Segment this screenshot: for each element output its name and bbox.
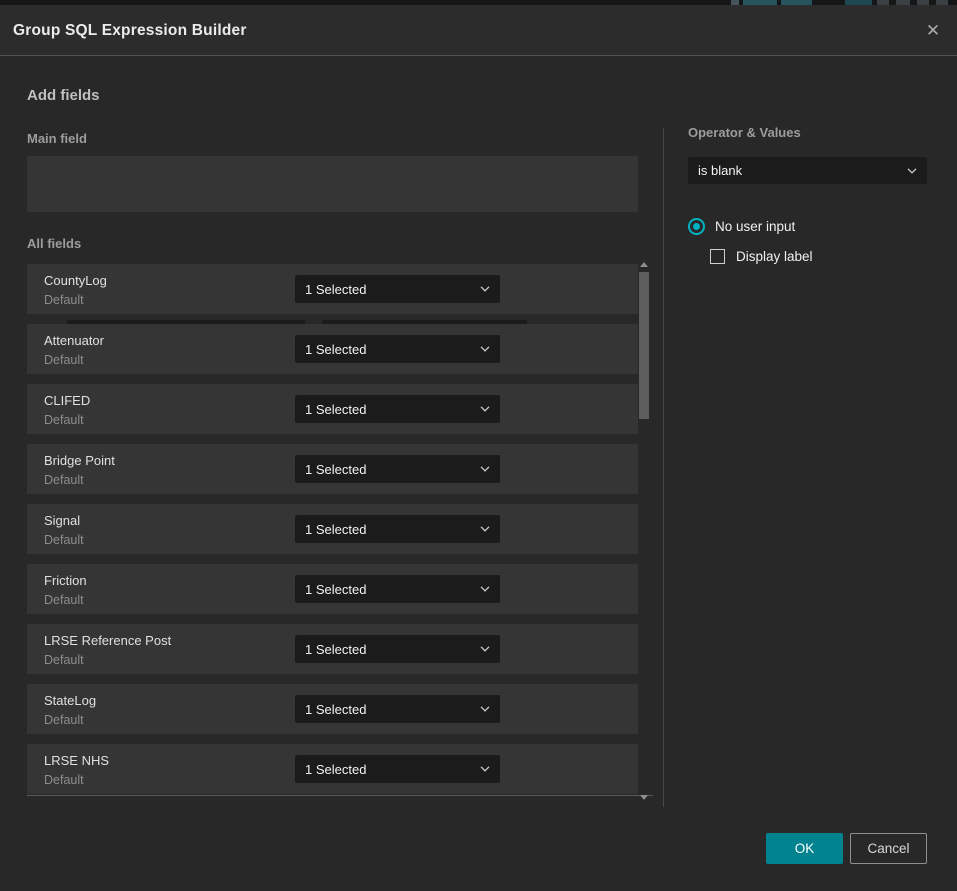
close-icon: ✕ bbox=[926, 21, 940, 40]
operator-dropdown-value: is blank bbox=[698, 163, 742, 178]
display-label-checkbox-row[interactable]: Display label bbox=[710, 249, 813, 264]
field-name: Bridge Point bbox=[44, 453, 115, 468]
field-subtitle: Default bbox=[44, 533, 84, 547]
selection-count: 1 Selected bbox=[305, 522, 366, 537]
main-field-panel: CountyLog | Default From Date bbox=[27, 156, 638, 212]
field-subtitle: Default bbox=[44, 413, 84, 427]
field-name: LRSE Reference Post bbox=[44, 633, 171, 648]
field-selection-dropdown[interactable]: 1 Selected bbox=[295, 695, 500, 723]
selection-count: 1 Selected bbox=[305, 702, 366, 717]
dialog-header: Group SQL Expression Builder ✕ bbox=[0, 5, 957, 56]
chevron-down-icon bbox=[907, 168, 917, 174]
field-selection-dropdown[interactable]: 1 Selected bbox=[295, 575, 500, 603]
chevron-down-icon bbox=[480, 706, 490, 712]
close-button[interactable]: ✕ bbox=[920, 18, 946, 44]
main-field-label: Main field bbox=[27, 131, 87, 146]
scrollbar-thumb[interactable] bbox=[639, 272, 649, 419]
no-user-input-radio[interactable] bbox=[688, 218, 705, 235]
chevron-down-icon bbox=[480, 286, 490, 292]
scrollbar-up-arrow-icon[interactable] bbox=[640, 262, 648, 267]
chevron-down-icon bbox=[480, 646, 490, 652]
field-selection-dropdown[interactable]: 1 Selected bbox=[295, 455, 500, 483]
selection-count: 1 Selected bbox=[305, 402, 366, 417]
field-selection-dropdown[interactable]: 1 Selected bbox=[295, 515, 500, 543]
display-label-label: Display label bbox=[736, 249, 813, 264]
field-row: CountyLog Default 1 Selected bbox=[27, 264, 638, 314]
field-row: LRSE NHS Default 1 Selected bbox=[27, 744, 638, 794]
field-row: Friction Default 1 Selected bbox=[27, 564, 638, 614]
field-selection-dropdown[interactable]: 1 Selected bbox=[295, 755, 500, 783]
field-row: CLIFED Default 1 Selected bbox=[27, 384, 638, 434]
operator-values-label: Operator & Values bbox=[688, 125, 801, 140]
field-subtitle: Default bbox=[44, 653, 84, 667]
field-subtitle: Default bbox=[44, 593, 84, 607]
group-sql-expression-builder-screen: Group SQL Expression Builder ✕ Add field… bbox=[0, 0, 957, 891]
list-scrollbar[interactable] bbox=[637, 258, 652, 802]
field-subtitle: Default bbox=[44, 773, 84, 787]
chevron-down-icon bbox=[480, 526, 490, 532]
chevron-down-icon bbox=[480, 406, 490, 412]
field-subtitle: Default bbox=[44, 353, 84, 367]
selection-count: 1 Selected bbox=[305, 282, 366, 297]
field-row: LRSE Reference Post Default 1 Selected bbox=[27, 624, 638, 674]
add-fields-heading: Add fields bbox=[27, 87, 100, 104]
operator-dropdown[interactable]: is blank bbox=[688, 157, 927, 184]
field-selection-dropdown[interactable]: 1 Selected bbox=[295, 395, 500, 423]
selection-count: 1 Selected bbox=[305, 342, 366, 357]
cancel-button[interactable]: Cancel bbox=[850, 833, 927, 864]
group-sql-expression-builder-dialog: Group SQL Expression Builder ✕ Add field… bbox=[0, 5, 957, 891]
field-name: LRSE NHS bbox=[44, 753, 109, 768]
selection-count: 1 Selected bbox=[305, 642, 366, 657]
chevron-down-icon bbox=[480, 346, 490, 352]
field-name: CountyLog bbox=[44, 273, 107, 288]
all-fields-list: CountyLog Default 1 Selected Attenuator … bbox=[27, 264, 653, 796]
dialog-title: Group SQL Expression Builder bbox=[13, 5, 247, 56]
field-row: Attenuator Default 1 Selected bbox=[27, 324, 638, 374]
field-row: Bridge Point Default 1 Selected bbox=[27, 444, 638, 494]
all-fields-label: All fields bbox=[27, 236, 81, 251]
ok-button[interactable]: OK bbox=[766, 833, 843, 864]
field-subtitle: Default bbox=[44, 713, 84, 727]
field-subtitle: Default bbox=[44, 473, 84, 487]
field-name: Attenuator bbox=[44, 333, 104, 348]
field-name: Signal bbox=[44, 513, 80, 528]
field-name: Friction bbox=[44, 573, 87, 588]
chevron-down-icon bbox=[480, 766, 490, 772]
field-row: Signal Default 1 Selected bbox=[27, 504, 638, 554]
display-label-checkbox[interactable] bbox=[710, 249, 725, 264]
field-subtitle: Default bbox=[44, 293, 84, 307]
field-name: StateLog bbox=[44, 693, 96, 708]
field-selection-dropdown[interactable]: 1 Selected bbox=[295, 275, 500, 303]
field-row: StateLog Default 1 Selected bbox=[27, 684, 638, 734]
panel-divider bbox=[663, 128, 664, 807]
chevron-down-icon bbox=[480, 586, 490, 592]
no-user-input-radio-row[interactable]: No user input bbox=[688, 218, 795, 235]
no-user-input-label: No user input bbox=[715, 219, 795, 234]
selection-count: 1 Selected bbox=[305, 762, 366, 777]
selection-count: 1 Selected bbox=[305, 462, 366, 477]
field-selection-dropdown[interactable]: 1 Selected bbox=[295, 335, 500, 363]
field-selection-dropdown[interactable]: 1 Selected bbox=[295, 635, 500, 663]
scrollbar-down-arrow-icon[interactable] bbox=[640, 795, 648, 800]
field-name: CLIFED bbox=[44, 393, 90, 408]
selection-count: 1 Selected bbox=[305, 582, 366, 597]
chevron-down-icon bbox=[480, 466, 490, 472]
